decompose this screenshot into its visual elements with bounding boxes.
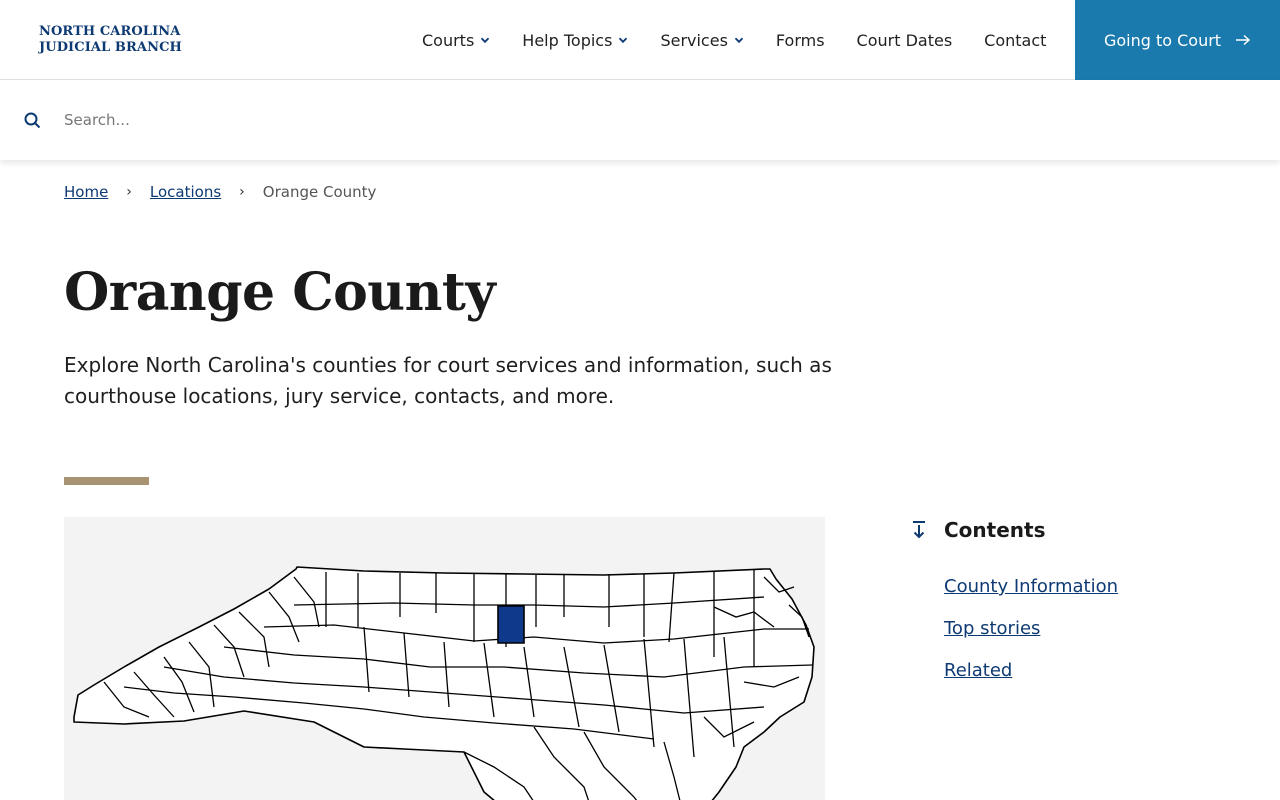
- going-to-court-label: Going to Court: [1103, 30, 1222, 50]
- search-input[interactable]: [64, 106, 964, 134]
- site-header: NORTH CAROLINA JUDICIAL BRANCH Courts He…: [0, 0, 1280, 80]
- going-to-court-button[interactable]: Going to Court: [1075, 0, 1280, 80]
- arrow-right-icon: [1235, 34, 1251, 46]
- nav-help-topics[interactable]: Help Topics: [522, 31, 628, 50]
- search-icon[interactable]: [24, 112, 41, 133]
- page-title: Orange County: [64, 262, 496, 323]
- county-map: [64, 517, 825, 800]
- chevron-right-icon: ›: [239, 184, 245, 200]
- accent-divider: [64, 477, 149, 485]
- chevron-down-icon: [618, 35, 628, 45]
- contents-heading: Contents: [910, 518, 1210, 542]
- nav-forms-label: Forms: [775, 30, 825, 50]
- contents-link-top-stories[interactable]: Top stories: [944, 618, 1040, 639]
- chevron-right-icon: ›: [126, 184, 132, 200]
- nc-state-map: [73, 566, 815, 800]
- nav-contact[interactable]: Contact: [984, 31, 1046, 50]
- nav-forms[interactable]: Forms: [776, 31, 825, 50]
- nav-court-dates[interactable]: Court Dates: [857, 31, 953, 50]
- chevron-down-icon: [734, 35, 744, 45]
- list-item: Top stories: [944, 618, 1210, 639]
- nav-courts-label: Courts: [422, 30, 475, 50]
- breadcrumb-locations[interactable]: Locations: [150, 183, 221, 201]
- breadcrumb-current: Orange County: [262, 183, 377, 201]
- list-item: Related: [944, 660, 1210, 681]
- chevron-down-icon: [480, 35, 490, 45]
- contents-link-county-information[interactable]: County Information: [944, 576, 1118, 597]
- search-bar: [0, 80, 1280, 160]
- main-nav: Courts Help Topics Services Forms Court …: [422, 0, 1078, 80]
- logo-line-2: JUDICIAL BRANCH: [39, 40, 182, 55]
- breadcrumb-home[interactable]: Home: [64, 183, 108, 201]
- nav-services-label: Services: [660, 30, 728, 50]
- contents-list: County Information Top stories Related: [944, 576, 1210, 681]
- contents-title: Contents: [944, 518, 1046, 542]
- contents-link-related[interactable]: Related: [944, 660, 1012, 681]
- breadcrumb: Home › Locations › Orange County: [64, 183, 376, 201]
- contents-panel: Contents County Information Top stories …: [910, 518, 1210, 702]
- page-intro: Explore North Carolina's counties for co…: [64, 353, 832, 408]
- nav-services[interactable]: Services: [660, 30, 744, 50]
- state-outline: [73, 566, 815, 800]
- logo-line-1: NORTH CAROLINA: [39, 24, 181, 39]
- nav-contact-label: Contact: [984, 30, 1047, 50]
- list-item: County Information: [944, 576, 1210, 597]
- nav-courts[interactable]: Courts: [422, 31, 490, 50]
- orange-county-highlight: [497, 605, 525, 644]
- arrow-down-to-line-icon: [910, 520, 928, 540]
- site-logo[interactable]: NORTH CAROLINA JUDICIAL BRANCH: [39, 24, 182, 56]
- nav-court-dates-label: Court Dates: [856, 30, 953, 50]
- nav-help-topics-label: Help Topics: [522, 30, 613, 50]
